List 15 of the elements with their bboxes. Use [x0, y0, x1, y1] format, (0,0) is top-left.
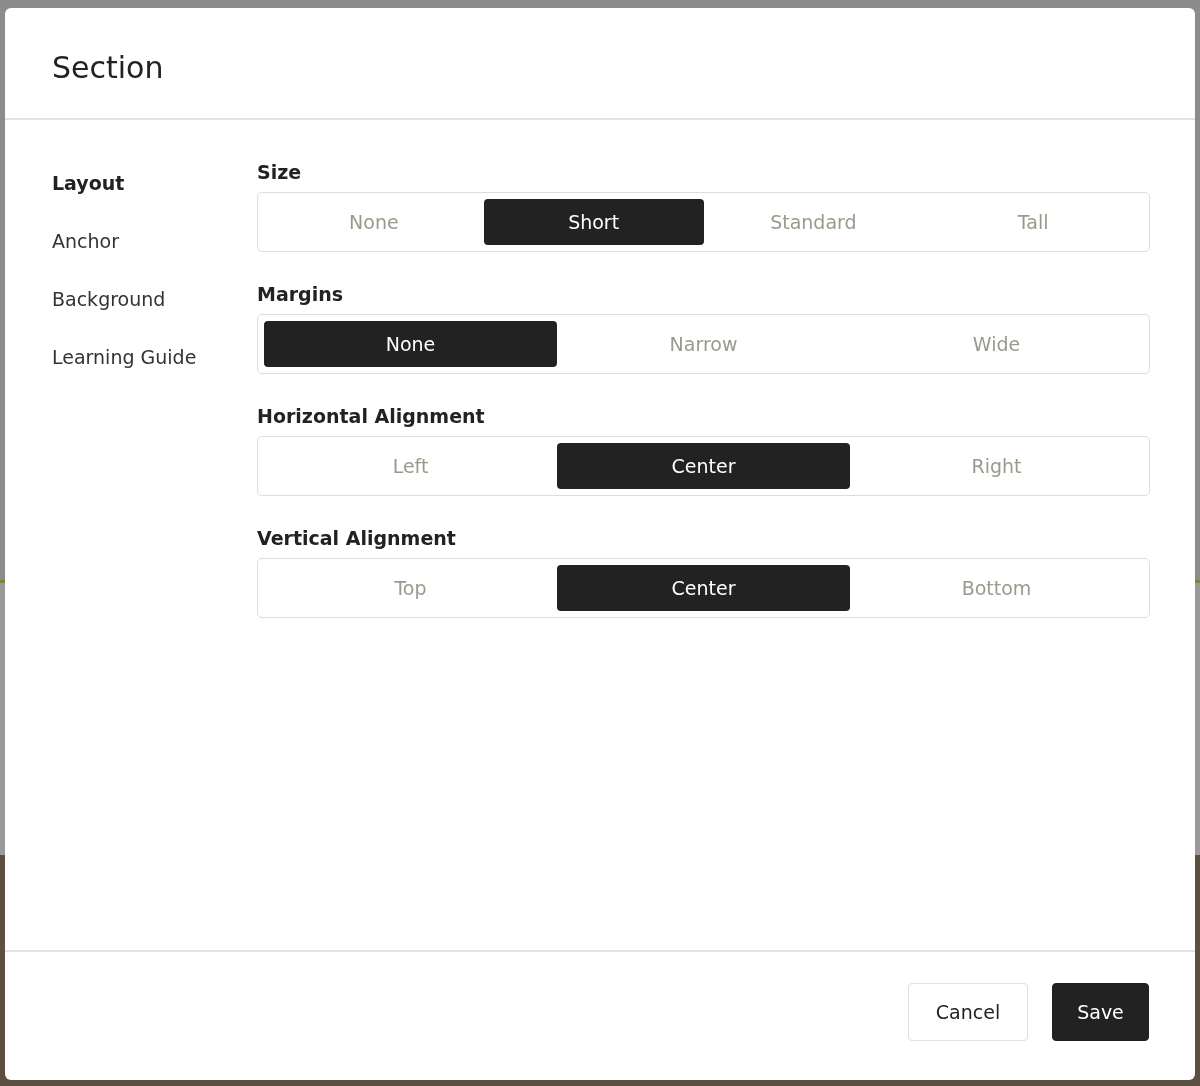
segment-option[interactable]: Center [557, 565, 850, 611]
sidebar-item[interactable]: Anchor [52, 228, 119, 254]
group-label: Size [257, 160, 303, 184]
cancel-button[interactable]: Cancel [908, 983, 1028, 1041]
sidebar-item[interactable]: Background [52, 286, 166, 312]
dialog-title: Section [52, 49, 164, 86]
sidebar-item[interactable]: Learning Guide [52, 344, 197, 370]
segment-option[interactable]: None [264, 321, 557, 367]
group-label: Margins [257, 282, 345, 306]
sidebar-item[interactable]: Layout [52, 170, 125, 196]
group-label: Vertical Alignment [257, 526, 457, 550]
group-label: Horizontal Alignment [257, 404, 486, 428]
segment-option[interactable]: Short [483, 199, 704, 245]
save-button[interactable]: Save [1052, 983, 1149, 1041]
segment-option[interactable]: Center [557, 443, 850, 489]
